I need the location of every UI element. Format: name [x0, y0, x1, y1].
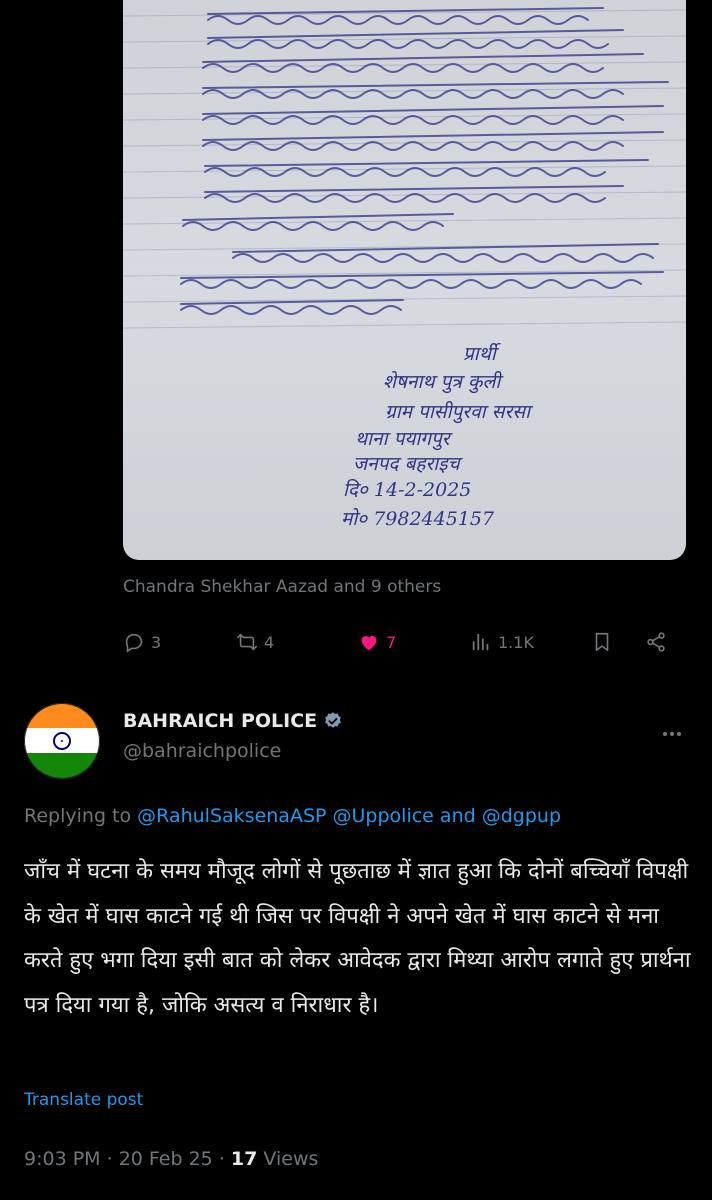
meta-separator: ·: [218, 1148, 225, 1170]
mention-rahulsaksenaasp[interactable]: @RahulSaksenaASP: [137, 805, 326, 827]
reply-icon: [125, 633, 143, 653]
mention-dgpup[interactable]: @dgpup: [482, 805, 561, 827]
share-icon: [647, 632, 665, 652]
views-button[interactable]: 1.1K: [470, 622, 534, 662]
letter-signature-line-3: ग्राम पासीपुरवा सरसा: [385, 401, 530, 423]
repost-icon: [237, 633, 257, 651]
post-time[interactable]: 9:03 PM: [24, 1148, 101, 1170]
quoted-action-bar: 3 4 7 1.1K: [123, 622, 683, 662]
share-button[interactable]: [645, 622, 667, 662]
avatar[interactable]: [24, 703, 100, 779]
letter-signature-line-1: प्रार्थी: [463, 343, 496, 365]
views-icon: [472, 633, 489, 651]
tagged-users[interactable]: Chandra Shekhar Aazad and 9 others: [123, 577, 441, 597]
ashoka-chakra-icon: [53, 732, 71, 750]
reply-count: 3: [151, 632, 162, 652]
letter-signature-line-2: शेषनाथ पुत्र कुली: [383, 371, 501, 393]
tweet-text: जाँच में घटना के समय मौजूद लोगों से पूछत…: [24, 859, 691, 1018]
author-name-row[interactable]: BAHRAICH POLICE: [123, 710, 343, 732]
translate-post-link[interactable]: Translate post: [24, 1090, 143, 1110]
letter-signature-line-5: जनपद बहराइच: [353, 453, 460, 475]
like-button[interactable]: 7: [358, 622, 396, 662]
author-name: BAHRAICH POLICE: [123, 710, 318, 732]
views-number: 17: [230, 1148, 258, 1170]
repost-count: 4: [264, 632, 275, 652]
meta-separator: ·: [106, 1148, 113, 1170]
post-date[interactable]: 20 Feb 25: [119, 1148, 213, 1170]
mention-uppolice[interactable]: @Uppolice: [333, 805, 434, 827]
replying-prefix: Replying to: [24, 805, 132, 827]
like-count: 7: [386, 632, 397, 652]
letter-image[interactable]: प्रार्थी शेषनाथ पुत्र कुली ग्राम पासीपुर…: [123, 0, 686, 560]
letter-signature-line-7: मो० 7982445157: [341, 508, 495, 530]
bookmark-button[interactable]: [591, 622, 613, 662]
letter-signature-line-4: थाना पयागपुर: [355, 428, 450, 450]
like-icon: [361, 636, 377, 651]
mention-and-connector[interactable]: and: [440, 805, 476, 827]
replying-to: Replying to @RahulSaksenaASP @Uppolice a…: [24, 805, 561, 827]
verified-icon: [325, 712, 342, 728]
reply-button[interactable]: 3: [123, 622, 161, 662]
letter-signature-line-6: दि० 14-2-2025: [343, 479, 472, 501]
more-icon[interactable]: [660, 724, 684, 744]
bookmark-icon: [595, 632, 609, 652]
views-label: Views: [263, 1148, 319, 1170]
post-metadata: 9:03 PM · 20 Feb 25 · 17 Views: [24, 1148, 318, 1170]
views-count: 1.1K: [498, 632, 534, 652]
repost-button[interactable]: 4: [236, 622, 274, 662]
author-handle[interactable]: @bahraichpolice: [123, 740, 281, 762]
